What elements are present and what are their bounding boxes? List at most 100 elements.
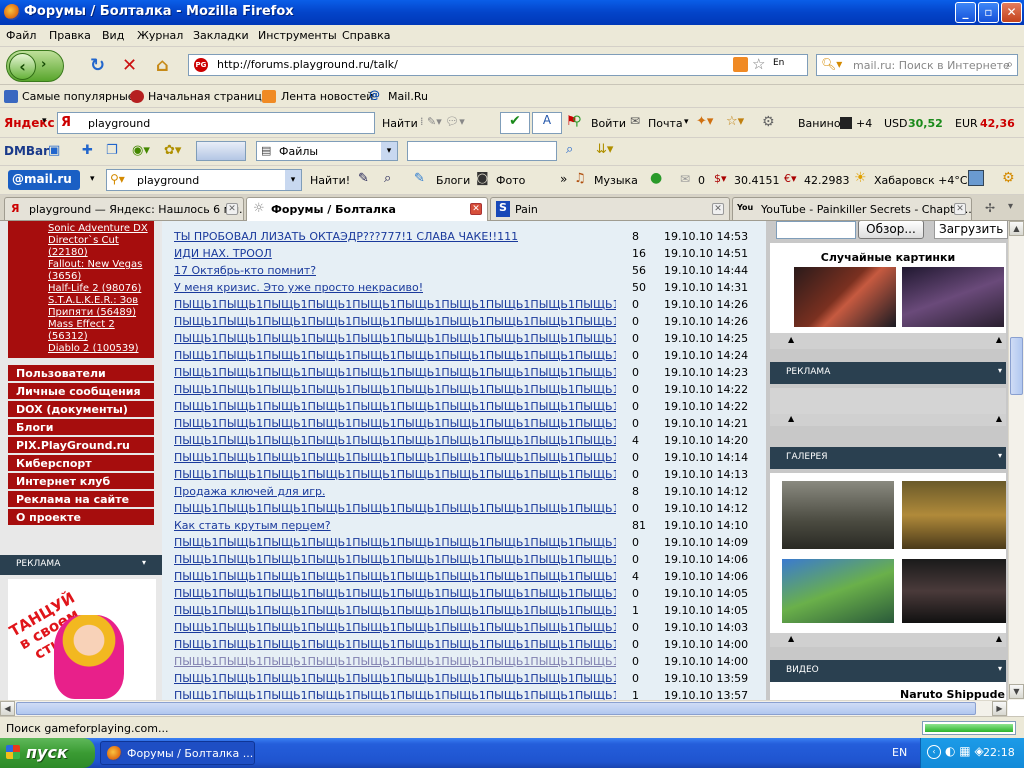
dmbar-files-select[interactable]: ▤ Файлы ▾ [256,141,398,161]
chevron-down-icon[interactable]: ▾ [381,142,397,160]
topic-link[interactable]: ПЫЩЬ1ПЫЩЬ1ПЫЩЬ1ПЫЩЬ1ПЫЩЬ1ПЫЩЬ1ПЫЩЬ1ПЫЩЬ1… [174,672,616,685]
spellcheck-icon[interactable]: ✔ [500,112,530,134]
settings-icon[interactable]: ⚙ [1002,170,1015,186]
maximize-button[interactable]: ▫ [978,2,999,23]
tab-list-icon[interactable]: ▾ [1008,201,1013,212]
yandex-dropdown-icon[interactable]: ▾ [42,116,47,126]
topic-link[interactable]: ПЫЩЬ1ПЫЩЬ1ПЫЩЬ1ПЫЩЬ1ПЫЩЬ1ПЫЩЬ1ПЫЩЬ1ПЫЩЬ1… [174,689,616,700]
chevron-down-icon[interactable]: ▾ [998,366,1002,375]
topic-link[interactable]: ПЫЩЬ1ПЫЩЬ1ПЫЩЬ1ПЫЩЬ1ПЫЩЬ1ПЫЩЬ1ПЫЩЬ1ПЫЩЬ1… [174,604,616,617]
map-icon[interactable] [968,170,984,186]
nav-internet-club[interactable]: Интернет клуб [8,473,154,490]
menu-tools[interactable]: Инструменты [258,29,337,42]
nav-pix[interactable]: PIX.PlayGround.ru [8,437,154,454]
mailru-history-chevron-icon[interactable]: ▾ [285,170,301,190]
game-link[interactable]: Half-Life 2 (98076) [48,283,141,294]
web-search-box[interactable]: 🔍︎▾ mail.ru: Поиск в Интернете ⌕ [816,54,1018,76]
topic-link[interactable]: ТЫ ПРОБОВАЛ ЛИЗАТЬ ОКТАЭДР???777!1 СЛАВА… [174,230,518,243]
dmbar-logo[interactable]: DMBar [4,144,49,158]
tray-icons[interactable]: ◐ ▦ ◈ [945,744,984,758]
mailru-search-page-icon[interactable]: ⌕ [384,171,391,186]
forward-arrow-icon[interactable]: › [41,57,46,72]
menu-history[interactable]: Журнал [137,29,183,42]
horizontal-scrollbar[interactable]: ◀ ▶ [0,700,1008,716]
browse-button[interactable]: Обзор... [858,221,924,239]
start-button[interactable]: пуск [0,738,95,768]
rss-icon[interactable] [733,57,748,72]
stop-icon[interactable]: ✕ [122,57,137,75]
chevron-down-icon[interactable]: ▾ [998,451,1002,460]
mail-dropdown-icon[interactable]: ▾ [684,117,689,127]
translate-icon[interactable]: A [532,112,562,134]
scroll-thumb[interactable] [1010,337,1023,395]
game-link[interactable]: (3656) [48,271,81,282]
close-tab-icon[interactable]: ✕ [226,203,238,215]
dmbar-extra-icon[interactable]: ⇊▾ [596,142,613,157]
yandex-search-input[interactable]: Я playground [57,112,375,134]
star-icon[interactable]: ☆ [752,55,765,73]
yandex-login-button[interactable]: Войти [591,117,626,130]
settings-gear-icon[interactable]: ⚙ [762,114,775,130]
scroll-up-icon[interactable]: ▲ [1009,221,1024,236]
game-link[interactable]: Director`s Cut [48,235,119,246]
nav-about[interactable]: О проекте [8,509,154,526]
topic-link[interactable]: ПЫЩЬ1ПЫЩЬ1ПЫЩЬ1ПЫЩЬ1ПЫЩЬ1ПЫЩЬ1ПЫЩЬ1ПЫЩЬ1… [174,587,616,600]
panel-collapse-bar[interactable]: ▲ ▲ [770,414,1006,426]
gallery-thumbnail[interactable] [782,481,894,549]
topic-link[interactable]: У меня кризис. Это уже просто некрасиво! [174,281,423,294]
scroll-left-icon[interactable]: ◀ [0,701,15,716]
mailru-weather[interactable]: Хабаровск +4°C [874,174,968,187]
close-tab-icon[interactable]: ✕ [712,203,724,215]
upload-button[interactable]: Загрузить [934,221,1008,239]
topic-link[interactable]: 17 Октябрь-кто помнит? [174,264,316,277]
bookmark-most-visited[interactable]: Самые популярные [22,90,135,103]
url-text[interactable]: http://forums.playground.ru/talk/ [217,58,398,71]
game-link[interactable]: Припяти (56489) [48,307,136,318]
menu-edit[interactable]: Правка [49,29,91,42]
random-picture-thumbnail[interactable] [902,267,1004,327]
collapse-up-icon[interactable]: ▲ [996,634,1002,643]
panel-collapse-bar[interactable]: ▲ ▲ [770,633,1006,647]
mailru-logo[interactable]: @mail.ru [8,170,80,190]
close-tab-icon[interactable]: ✕ [470,203,482,215]
topic-link[interactable]: ПЫЩЬ1ПЫЩЬ1ПЫЩЬ1ПЫЩЬ1ПЫЩЬ1ПЫЩЬ1ПЫЩЬ1ПЫЩЬ1… [174,349,616,362]
collapse-up-icon[interactable]: ▲ [996,335,1002,344]
reload-icon[interactable]: ↻ [90,57,105,75]
nav-blogs[interactable]: Блоги [8,419,154,436]
yandex-find-button[interactable]: Найти [382,117,418,130]
topic-link[interactable]: Продажа ключей для игр. [174,485,325,498]
input-language[interactable]: EN [892,746,907,759]
yandex-query[interactable]: playground [88,117,150,130]
mailru-query[interactable]: playground [137,174,199,187]
nav-cybersport[interactable]: Киберспорт [8,455,154,472]
video-title[interactable]: Naruto Shippude [900,688,1005,700]
clipped-topic-row[interactable]: ПЫЩЬ1ПЫЩЬ1ПЫЩЬ1ПЫЩЬ1ПЫЩЬ1ПЫЩЬ1ПЫЩЬ1ПЫЩЬ1… [174,221,614,223]
topic-link[interactable]: ПЫЩЬ1ПЫЩЬ1ПЫЩЬ1ПЫЩЬ1ПЫЩЬ1ПЫЩЬ1ПЫЩЬ1ПЫЩЬ1… [174,383,616,396]
nav-messages[interactable]: Личные сообщения [8,383,154,400]
favorites-icon[interactable]: ☆▾ [726,114,744,129]
yandex-mail-button[interactable]: Почта [648,117,683,130]
dance-ad-banner[interactable]: ТАНЦУЙ в своем стиле [6,579,156,700]
topic-link[interactable]: ПЫЩЬ1ПЫЩЬ1ПЫЩЬ1ПЫЩЬ1ПЫЩЬ1ПЫЩЬ1ПЫЩЬ1ПЫЩЬ1… [174,570,616,583]
horizontal-scroll-thumb[interactable] [16,702,976,715]
game-link[interactable]: (22180) [48,247,88,258]
nav-dox[interactable]: DOX (документы) [8,401,154,418]
gallery-thumbnail[interactable] [782,559,894,623]
url-bar[interactable]: PG http://forums.playground.ru/talk/ ☆ E… [188,54,808,76]
topic-link[interactable]: ПЫЩЬ1ПЫЩЬ1ПЫЩЬ1ПЫЩЬ1ПЫЩЬ1ПЫЩЬ1ПЫЩЬ1ПЫЩЬ1… [174,468,616,481]
more-chevron-icon[interactable]: » [560,172,567,186]
new-tab-icon[interactable]: ✢ [985,201,995,215]
dmbar-add-icon[interactable]: ✚ [82,143,93,158]
game-link[interactable]: Fallout: New Vegas [48,259,142,270]
topic-link[interactable]: ИДИ НАХ. ТРООЛ [174,247,272,260]
nav-users[interactable]: Пользователи [8,365,154,382]
menu-bookmarks[interactable]: Закладки [193,29,249,42]
tab-youtube[interactable]: You YouTube - Painkiller Secrets - Chapt… [732,197,972,220]
dmbar-chat-icon[interactable]: ▣ [48,143,60,158]
gallery-thumbnail[interactable] [902,481,1006,549]
chevron-down-icon[interactable]: ▾ [998,664,1002,673]
scroll-right-icon[interactable]: ▶ [992,701,1007,716]
menu-view[interactable]: Вид [102,29,124,42]
collapse-up-icon[interactable]: ▲ [788,634,794,643]
dmbar-search-input[interactable] [407,141,557,161]
